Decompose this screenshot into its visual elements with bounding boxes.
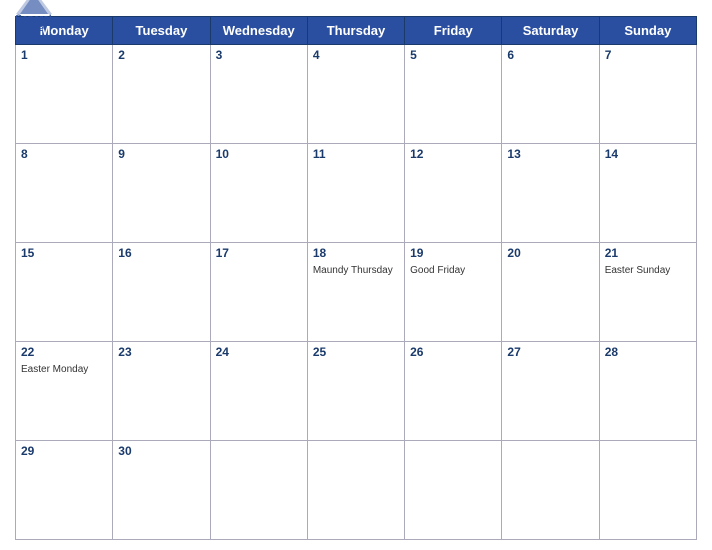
day-number: 4 bbox=[313, 48, 399, 62]
calendar-cell bbox=[307, 441, 404, 540]
calendar-cell: 22 Easter Monday bbox=[16, 342, 113, 441]
calendar-cell: 4 bbox=[307, 45, 404, 144]
calendar-cell bbox=[405, 441, 502, 540]
calendar-cell bbox=[502, 441, 599, 540]
calendar-body: 123456789101112131415161718Maundy Thursd… bbox=[16, 45, 697, 540]
calendar-cell: 25 bbox=[307, 342, 404, 441]
calendar-table: MondayTuesdayWednesdayThursdayFridaySatu… bbox=[15, 16, 697, 540]
calendar-cell: 12 bbox=[405, 144, 502, 243]
holiday-label: Maundy Thursday bbox=[313, 265, 393, 276]
calendar-cell: 13 bbox=[502, 144, 599, 243]
calendar-cell: 30 bbox=[113, 441, 210, 540]
calendar-cell: 19 Good Friday bbox=[405, 243, 502, 342]
holiday-label: Good Friday bbox=[410, 265, 465, 276]
day-number: 24 bbox=[216, 345, 302, 359]
calendar-cell: 16 bbox=[113, 243, 210, 342]
calendar-cell: 6 bbox=[502, 45, 599, 144]
generalblue-logo: General Blue bbox=[15, 0, 52, 34]
day-number: 7 bbox=[605, 48, 691, 62]
day-number: 29 bbox=[21, 444, 107, 458]
calendar-week-4: 22 Easter Monday 23 24 25 26 27 28 bbox=[16, 342, 697, 441]
day-number: 18 bbox=[313, 246, 399, 260]
calendar-cell: 24 bbox=[210, 342, 307, 441]
calendar-cell: 23 bbox=[113, 342, 210, 441]
day-number: 5 bbox=[410, 48, 496, 62]
calendar-cell: 27 bbox=[502, 342, 599, 441]
day-number: 16 bbox=[118, 246, 204, 260]
weekday-header-wednesday: Wednesday bbox=[210, 17, 307, 45]
day-number: 17 bbox=[216, 246, 302, 260]
calendar-cell: 11 bbox=[307, 144, 404, 243]
calendar-cell: 8 bbox=[16, 144, 113, 243]
calendar-cell: 21 Easter Sunday bbox=[599, 243, 696, 342]
day-number: 21 bbox=[605, 246, 691, 260]
calendar-cell: 15 bbox=[16, 243, 113, 342]
day-number: 11 bbox=[313, 147, 399, 161]
calendar-cell: 1 bbox=[16, 45, 113, 144]
calendar-cell: 29 bbox=[16, 441, 113, 540]
calendar-cell bbox=[599, 441, 696, 540]
calendar-cell: 7 bbox=[599, 45, 696, 144]
calendar-cell: 14 bbox=[599, 144, 696, 243]
day-number: 25 bbox=[313, 345, 399, 359]
holiday-label: Easter Sunday bbox=[605, 265, 671, 276]
calendar-cell: 5 bbox=[405, 45, 502, 144]
day-number: 6 bbox=[507, 48, 593, 62]
day-number: 23 bbox=[118, 345, 204, 359]
calendar-week-2: 89 10 11 12 13 14 bbox=[16, 144, 697, 243]
day-number: 12 bbox=[410, 147, 496, 161]
day-number: 26 bbox=[410, 345, 496, 359]
calendar-cell bbox=[210, 441, 307, 540]
calendar-week-5: 29 30 bbox=[16, 441, 697, 540]
day-number: 1 bbox=[21, 48, 107, 62]
weekday-header-tuesday: Tuesday bbox=[113, 17, 210, 45]
calendar-cell: 20 bbox=[502, 243, 599, 342]
weekday-header-thursday: Thursday bbox=[307, 17, 404, 45]
day-number: 14 bbox=[605, 147, 691, 161]
day-number: 27 bbox=[507, 345, 593, 359]
calendar-cell: 10 bbox=[210, 144, 307, 243]
day-number: 3 bbox=[216, 48, 302, 62]
day-number: 2 bbox=[118, 48, 204, 62]
day-number: 10 bbox=[216, 147, 302, 161]
calendar-cell: 17 bbox=[210, 243, 307, 342]
day-number: 15 bbox=[21, 246, 107, 260]
day-number: 13 bbox=[507, 147, 593, 161]
day-number: 9 bbox=[118, 147, 204, 161]
calendar-week-1: 1234567 bbox=[16, 45, 697, 144]
day-number: 19 bbox=[410, 246, 496, 260]
calendar-cell: 28 bbox=[599, 342, 696, 441]
day-number: 28 bbox=[605, 345, 691, 359]
weekday-header-row: MondayTuesdayWednesdayThursdayFridaySatu… bbox=[16, 17, 697, 45]
calendar-cell: 3 bbox=[210, 45, 307, 144]
day-number: 30 bbox=[118, 444, 204, 458]
calendar-week-3: 15 16 17 18 Maundy Thursday 19 Good Friday 20 21… bbox=[16, 243, 697, 342]
day-number: 20 bbox=[507, 246, 593, 260]
calendar-cell: 18 Maundy Thursday bbox=[307, 243, 404, 342]
day-number: 8 bbox=[21, 147, 107, 161]
day-number: 22 bbox=[21, 345, 107, 359]
holiday-label: Easter Monday bbox=[21, 364, 88, 375]
calendar-cell: 9 bbox=[113, 144, 210, 243]
weekday-header-sunday: Sunday bbox=[599, 17, 696, 45]
weekday-header-saturday: Saturday bbox=[502, 17, 599, 45]
calendar-cell: 26 bbox=[405, 342, 502, 441]
weekday-header-friday: Friday bbox=[405, 17, 502, 45]
calendar-cell: 2 bbox=[113, 45, 210, 144]
